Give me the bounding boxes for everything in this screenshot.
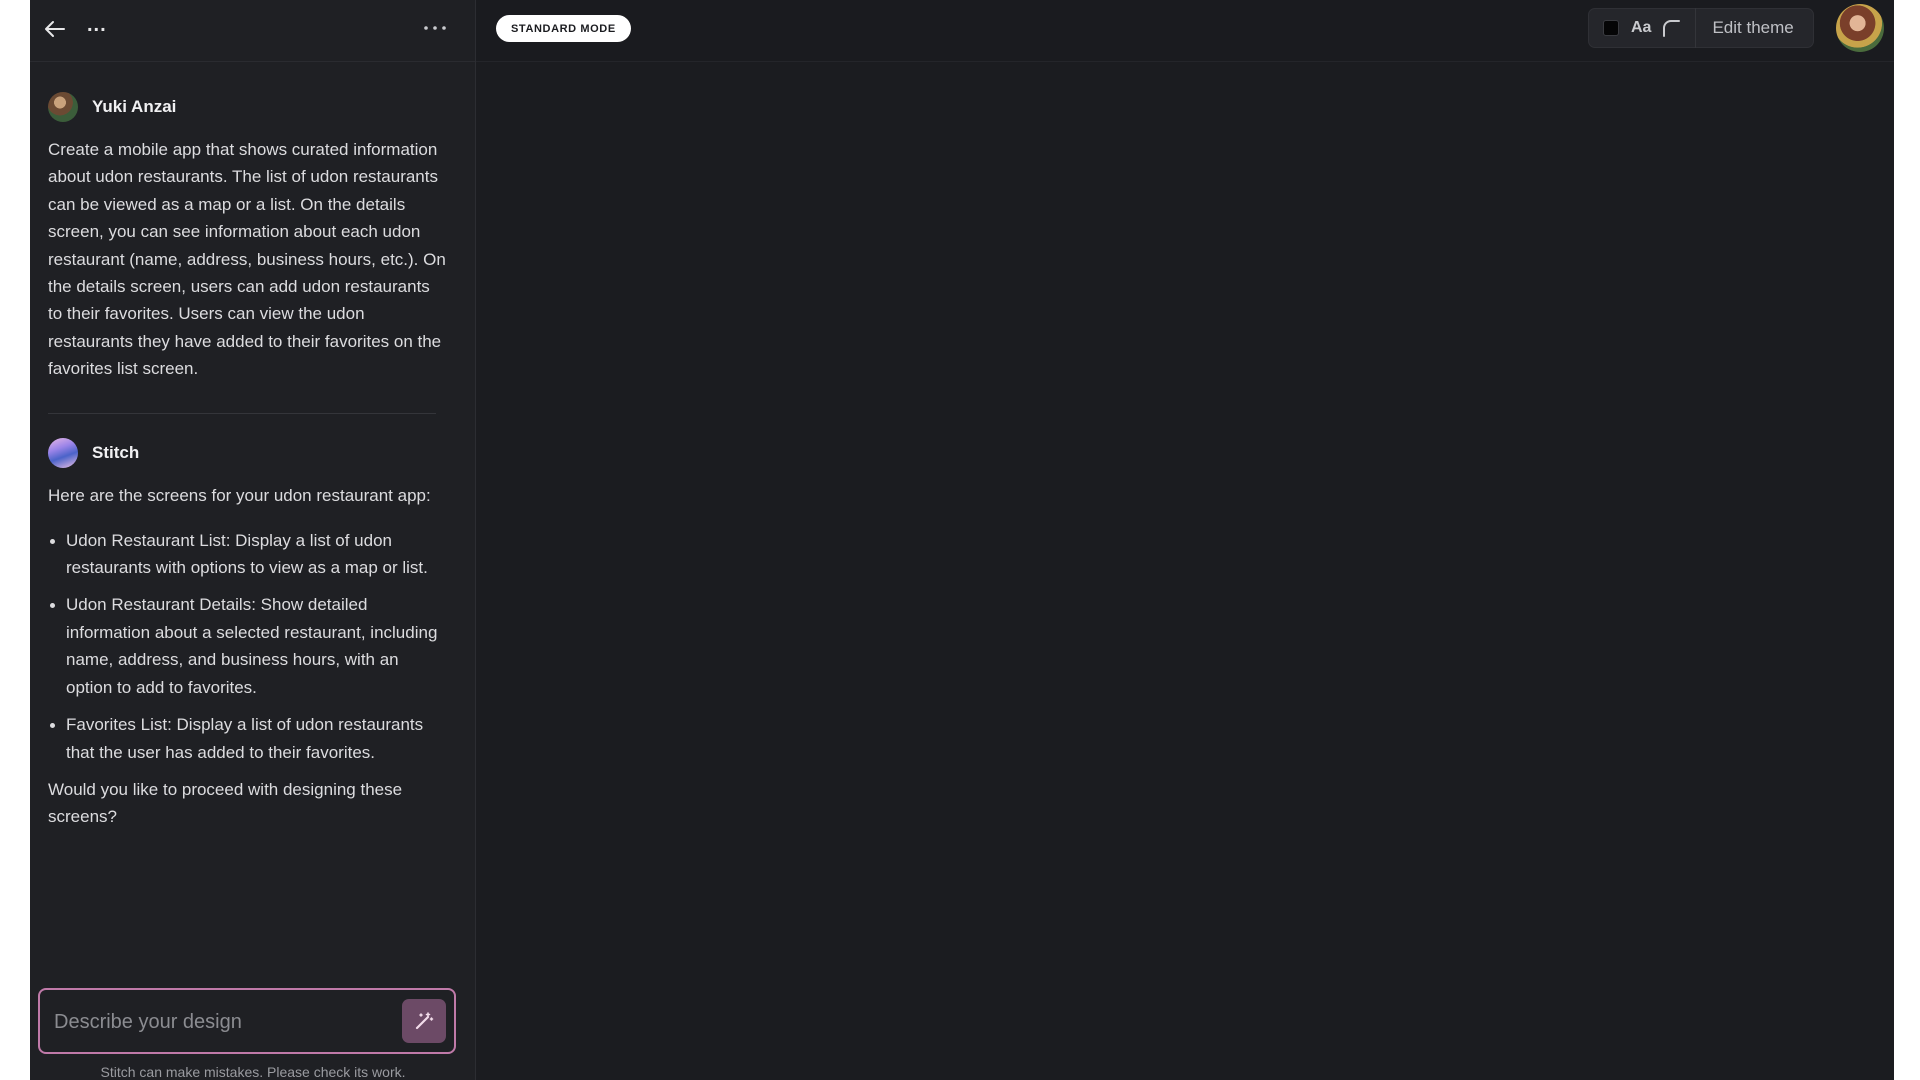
project-name[interactable]: ...	[87, 14, 107, 37]
chat-sidebar: ... Yuki Anzai Create a mobile app that …	[30, 0, 476, 1080]
describe-design-input[interactable]	[54, 1008, 384, 1036]
arrow-left-icon	[45, 21, 65, 37]
mode-badge[interactable]: STANDARD MODE	[496, 15, 631, 42]
list-item: Favorites List: Display a list of udon r…	[48, 711, 448, 766]
chat-thread: Yuki Anzai Create a mobile app that show…	[48, 92, 448, 831]
theme-font-button[interactable]: Aa	[1631, 19, 1651, 37]
sidebar-header: ...	[30, 0, 475, 62]
message-author: Stitch	[92, 442, 140, 462]
theme-separator	[1695, 8, 1697, 48]
prompt-composer	[38, 988, 456, 1054]
message-intro: Here are the screens for your udon resta…	[48, 485, 431, 505]
disclaimer-text: Stitch can make mistakes. Please check i…	[100, 1064, 406, 1080]
message-header: Stitch	[48, 437, 448, 468]
message-header: Yuki Anzai	[48, 92, 448, 122]
assistant-message: Stitch Here are the screens for your udo…	[48, 437, 448, 831]
more-options-button[interactable]	[418, 13, 452, 43]
user-avatar-small	[48, 92, 78, 122]
avatar[interactable]	[1836, 4, 1884, 52]
corner-radius-icon[interactable]	[1661, 18, 1681, 38]
list-item: Udon Restaurant Details: Show detailed i…	[48, 591, 448, 701]
more-horizontal-icon	[424, 26, 446, 30]
message-divider	[48, 412, 436, 414]
canvas-toolbar: STANDARD MODE Aa Edit theme	[476, 0, 1894, 62]
screen-list: Udon Restaurant List: Display a list of …	[48, 527, 448, 766]
magic-wand-icon	[415, 1012, 434, 1030]
theme-color-swatch[interactable]	[1603, 20, 1619, 36]
edit-theme-button[interactable]: Edit theme	[1712, 18, 1793, 38]
stitch-logo-icon	[48, 437, 78, 468]
message-text: Create a mobile app that shows curated i…	[48, 140, 446, 379]
design-canvas[interactable]	[476, 62, 1894, 1080]
back-button[interactable]	[40, 14, 70, 44]
theme-controls: Aa Edit theme	[1588, 8, 1814, 48]
generate-button[interactable]	[402, 999, 446, 1043]
user-message: Yuki Anzai Create a mobile app that show…	[48, 92, 448, 383]
list-item: Udon Restaurant List: Display a list of …	[48, 527, 448, 582]
message-author: Yuki Anzai	[92, 97, 177, 116]
message-question: Would you like to proceed with designing…	[48, 779, 403, 827]
app-frame: ... Yuki Anzai Create a mobile app that …	[30, 0, 1894, 1080]
